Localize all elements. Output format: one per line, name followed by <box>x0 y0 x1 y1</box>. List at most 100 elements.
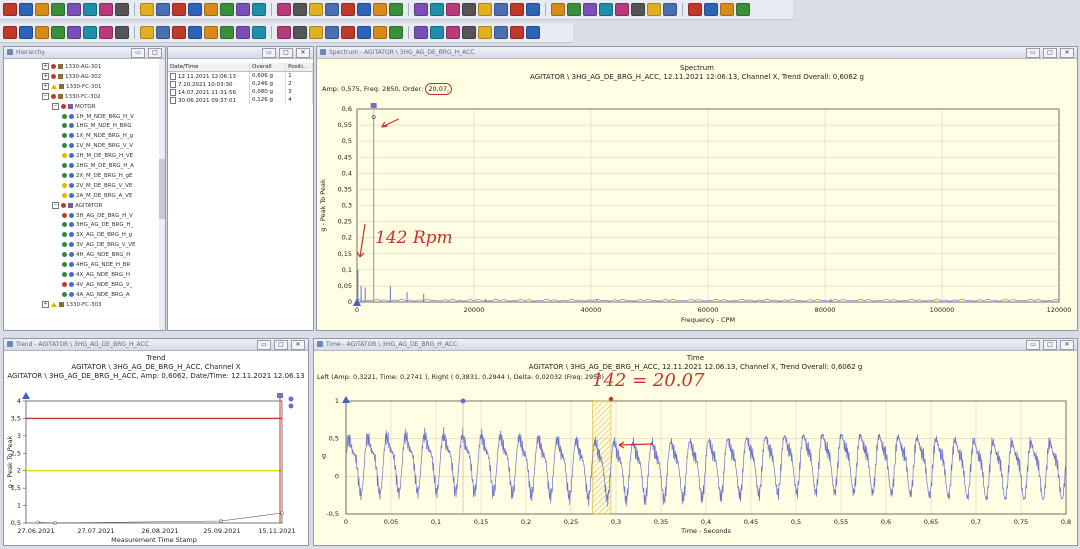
tree-node[interactable]: 3HG_AG_DE_BRG_H_ <box>62 221 133 230</box>
maximize-button[interactable]: □ <box>1043 340 1057 350</box>
export-icon[interactable] <box>140 3 154 16</box>
tree-node[interactable]: 4V_AG_NDE_BRG_V_ <box>62 281 132 290</box>
open-icon[interactable] <box>277 3 291 16</box>
bode-icon[interactable] <box>341 26 355 39</box>
tree-node[interactable]: 4H_AG_NDE_BRG_H <box>62 251 130 260</box>
tools-icon[interactable] <box>615 3 629 16</box>
home-icon[interactable] <box>720 3 734 16</box>
zoom-out-icon[interactable] <box>446 3 460 16</box>
waveform-icon[interactable] <box>494 26 508 39</box>
tree-node[interactable]: +1330-FC-301 <box>42 82 101 92</box>
col-datetime[interactable]: Date/Time <box>168 63 251 72</box>
print-icon[interactable] <box>567 3 581 16</box>
expand-toggle-icon[interactable]: + <box>42 72 49 80</box>
app-icon[interactable] <box>3 3 17 16</box>
minimize-button[interactable]: ▭ <box>131 48 145 58</box>
save-icon[interactable] <box>293 3 307 16</box>
search-icon[interactable] <box>373 26 387 39</box>
open-icon[interactable] <box>19 3 33 16</box>
cursor-icon[interactable] <box>462 26 476 39</box>
target-icon[interactable] <box>236 3 250 16</box>
settings-icon[interactable] <box>663 3 677 16</box>
maximize-button[interactable]: □ <box>279 48 293 58</box>
tree-node[interactable]: 4HG_AG_NDE_H_BR <box>62 261 130 270</box>
tree-node[interactable]: 1V_M_NDE_BRG_V_V <box>62 142 133 151</box>
cursor-icon[interactable] <box>51 26 65 39</box>
table-row[interactable]: 12.11.2021 12:06:13 0,606 g1 <box>168 71 313 80</box>
layout-icon[interactable] <box>414 26 428 39</box>
expand-toggle-icon[interactable]: − <box>52 201 59 209</box>
close-button[interactable]: ✕ <box>1060 48 1074 58</box>
report-icon[interactable] <box>115 3 129 16</box>
tree-node[interactable]: +1330-AG-301 <box>42 63 101 72</box>
print-icon[interactable] <box>309 3 323 16</box>
tree-node[interactable]: 3X_AG_DE_BRG_H_g <box>62 231 132 240</box>
trend-icon[interactable] <box>510 26 524 39</box>
grid-icon[interactable] <box>19 26 33 39</box>
cursor-icon[interactable] <box>252 26 266 39</box>
trend-icon[interactable] <box>309 26 323 39</box>
settings-icon[interactable] <box>414 3 428 16</box>
tree-node[interactable]: 2H_M_DE_BRG_H_VE <box>62 152 133 161</box>
col-overall[interactable]: Overall <box>249 63 287 72</box>
layout-icon[interactable] <box>204 26 218 39</box>
save-icon[interactable] <box>551 3 565 16</box>
tree-node[interactable]: − AGITATOR <box>52 201 102 211</box>
tree-node[interactable]: 4X_AG_NDE_BRG_H <box>62 271 130 280</box>
zoom-in-icon[interactable] <box>172 3 186 16</box>
orbit-icon[interactable] <box>115 26 129 39</box>
open-icon[interactable] <box>526 3 540 16</box>
spectrum-icon[interactable] <box>478 26 492 39</box>
maximize-button[interactable]: □ <box>148 48 162 58</box>
tree-node[interactable]: 1H_M_NDE_BRG_H_V <box>62 113 134 122</box>
orbit-icon[interactable] <box>325 26 339 39</box>
tools-icon[interactable] <box>357 3 371 16</box>
chart-icon[interactable] <box>583 3 597 16</box>
tree-node[interactable]: 2X_M_DE_BRG_H_gE <box>62 172 132 181</box>
trend-chart[interactable]: 0,511,522,533,5427.06.2021 27.07.2021 26.0… <box>4 351 308 545</box>
table-row[interactable]: 30.06.2021 09:37:01 0,126 g4 <box>168 96 313 104</box>
layout-icon[interactable] <box>3 26 17 39</box>
print-icon[interactable] <box>51 3 65 16</box>
zoom-out-icon[interactable] <box>704 3 718 16</box>
col-position[interactable]: Positi... <box>285 63 313 72</box>
tree-node[interactable]: +1330-FC-303 <box>42 300 101 310</box>
close-button[interactable]: ✕ <box>291 340 305 350</box>
minimize-button[interactable]: ▭ <box>262 48 276 58</box>
home-icon[interactable] <box>462 3 476 16</box>
filter-icon[interactable] <box>35 26 49 39</box>
export-icon[interactable] <box>647 3 661 16</box>
table-icon[interactable] <box>156 26 170 39</box>
expand-toggle-icon[interactable]: + <box>42 63 49 70</box>
play-icon[interactable] <box>389 26 403 39</box>
close-button[interactable]: ✕ <box>296 48 310 58</box>
zoom-in-icon[interactable] <box>688 3 702 16</box>
close-button[interactable]: ✕ <box>1060 340 1074 350</box>
report-icon[interactable] <box>631 3 645 16</box>
zoom-out-icon[interactable] <box>188 3 202 16</box>
expand-toggle-icon[interactable]: + <box>42 300 49 308</box>
hand-icon[interactable] <box>220 3 234 16</box>
expand-toggle-icon[interactable]: + <box>42 82 49 90</box>
tree-node[interactable]: 3V_AG_DE_BRG_V_VE <box>62 241 136 250</box>
spectrum-icon[interactable] <box>67 26 81 39</box>
expand-toggle-icon[interactable]: − <box>52 102 59 110</box>
app-icon[interactable] <box>510 3 524 16</box>
filter-icon[interactable] <box>446 26 460 39</box>
hand-icon[interactable] <box>478 3 492 16</box>
chart-icon[interactable] <box>325 3 339 16</box>
minimize-button[interactable]: ▭ <box>1026 340 1040 350</box>
tree-node[interactable]: 2A_M_DE_BRG_A_VE <box>62 192 132 201</box>
settings-icon[interactable] <box>156 3 170 16</box>
export-icon[interactable] <box>389 3 403 16</box>
table-row[interactable]: 7.10.2021 10:03:30 0,246 g2 <box>168 80 313 88</box>
tree-node[interactable]: 4A_AG_NDE_BRG_A <box>62 291 130 300</box>
tree-scrollbar[interactable] <box>159 59 165 330</box>
report-icon[interactable] <box>373 3 387 16</box>
play-icon[interactable] <box>188 26 202 39</box>
tree-node[interactable]: − MOTOR <box>52 102 96 112</box>
save-icon[interactable] <box>35 3 49 16</box>
database-icon[interactable] <box>83 3 97 16</box>
trend-icon[interactable] <box>99 26 113 39</box>
maximize-button[interactable]: □ <box>1043 48 1057 58</box>
